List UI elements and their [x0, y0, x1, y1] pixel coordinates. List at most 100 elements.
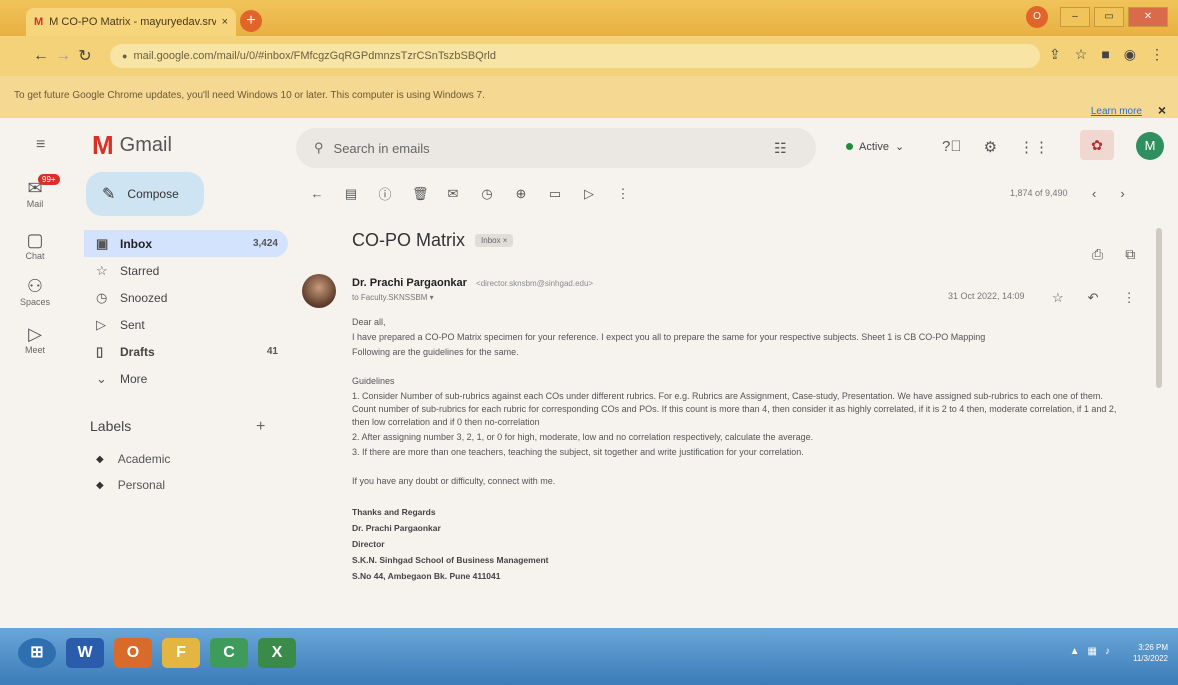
signature-line: S.No 44, Ambegaon Bk. Pune 411041	[352, 571, 501, 581]
network-icon[interactable]: ▦	[1088, 646, 1097, 657]
window-close-button[interactable]: ✕	[1128, 7, 1168, 27]
nav-label: Starred	[120, 263, 160, 278]
nav-item-starred[interactable]: ☆ Starred	[84, 257, 288, 284]
compose-button[interactable]: ✎ Compose	[86, 172, 204, 216]
gmail-logo[interactable]: M Gmail	[92, 130, 172, 161]
thread-actions: ⎙ ⧉	[1092, 246, 1135, 263]
older-chevron-icon[interactable]: ›	[1120, 186, 1124, 201]
minimize-button[interactable]: –	[1060, 7, 1090, 27]
new-tab-button[interactable]: +	[240, 10, 262, 32]
search-input[interactable]: Search in emails	[334, 141, 430, 156]
main-menu-icon[interactable]: ≡	[36, 136, 45, 154]
url-field[interactable]: ● mail.google.com/mail/u/0/#inbox/FMfcgzG…	[110, 44, 1040, 68]
sender-name[interactable]: Dr. Prachi Pargaonkar	[352, 277, 467, 289]
label-personal[interactable]: ◆ Personal	[96, 478, 165, 492]
nav-item-drafts[interactable]: ▯ Drafts 41	[84, 338, 288, 365]
info-bar-close-icon[interactable]: ×	[1158, 102, 1166, 118]
label-icon[interactable]: ▷	[582, 186, 596, 202]
apps-grid-icon[interactable]: ⋮⋮	[1019, 138, 1049, 156]
settings-gear-icon[interactable]: ⚙	[984, 138, 997, 156]
snooze-icon[interactable]: ◷	[480, 186, 494, 202]
reload-icon[interactable]: ↻	[74, 46, 96, 66]
account-avatar[interactable]: M	[1136, 132, 1164, 160]
nav-item-sent[interactable]: ▷ Sent	[84, 311, 288, 338]
paragraph: I have prepared a CO-PO Matrix specimen …	[352, 332, 986, 342]
reply-icon[interactable]: ↶	[1088, 290, 1099, 306]
recipient-line[interactable]: to Faculty.SKNSSBM ▾	[352, 293, 434, 302]
browser-profile-avatar[interactable]: O	[1026, 6, 1048, 28]
url-text: mail.google.com/mail/u/0/#inbox/FMfcgzGq…	[133, 50, 496, 62]
nav-label: Snoozed	[120, 290, 168, 305]
maximize-button[interactable]: ▭	[1094, 7, 1124, 27]
gmail-app: ≡ ✉ Mail 99+ ▢ Chat ⚇ Spaces ▷ Meet M Gm…	[0, 118, 1178, 628]
organization-logo[interactable]: ✿	[1080, 130, 1114, 160]
taskbar-chrome[interactable]: C	[210, 638, 248, 668]
archive-icon[interactable]: ▤	[344, 186, 358, 202]
tab-title: M CO-PO Matrix - mayuryedav.srv	[49, 16, 216, 28]
add-label-icon[interactable]: +	[256, 418, 265, 436]
more-options-icon[interactable]: ⋮	[616, 186, 630, 202]
report-spam-icon[interactable]: ⓘ	[378, 184, 392, 203]
back-arrow-icon[interactable]: ←	[310, 186, 324, 201]
guideline-item: 2. After assigning number 3, 2, 1, or 0 …	[352, 432, 814, 442]
status-label: Active	[859, 140, 889, 153]
delete-icon[interactable]: 🗑	[412, 186, 429, 202]
taskbar-explorer[interactable]: F	[162, 638, 200, 668]
search-bar[interactable]: ⚲ Search in emails	[296, 128, 816, 168]
sender-email: <director.sknsbm@sinhgad.edu>	[476, 279, 594, 288]
clock[interactable]: 3:26 PM 11/3/2022	[1133, 642, 1168, 664]
tab-close-icon[interactable]: ×	[222, 16, 228, 28]
mark-unread-icon[interactable]: ✉	[446, 186, 460, 202]
move-to-icon[interactable]: ▭	[548, 186, 562, 202]
rail-label: Mail	[26, 199, 44, 209]
gmail-wordmark: Gmail	[119, 134, 172, 156]
learn-more-link[interactable]: Learn more	[1091, 106, 1142, 117]
closing-line: If you have any doubt or difficulty, con…	[352, 476, 556, 486]
sender-avatar[interactable]	[302, 274, 336, 308]
help-icon[interactable]: ?⃝	[942, 138, 962, 156]
signature: Thanks and Regards Dr. Prachi Pargaonkar…	[352, 504, 1124, 584]
tray-arrow-icon[interactable]: ▲	[1070, 646, 1080, 657]
print-icon[interactable]: ⎙	[1092, 246, 1103, 263]
scrollbar[interactable]	[1156, 228, 1162, 388]
back-arrow-icon[interactable]: ←	[30, 47, 52, 65]
nav-item-more[interactable]: ⌄ More	[84, 365, 288, 392]
browser-tab[interactable]: M M CO-PO Matrix - mayuryedav.srv ×	[26, 8, 236, 36]
open-new-window-icon[interactable]: ⧉	[1125, 246, 1135, 263]
taskbar-excel[interactable]: X	[258, 638, 296, 668]
nav-item-snoozed[interactable]: ◷ Snoozed	[84, 284, 288, 311]
status-dot	[846, 143, 853, 150]
taskbar-word[interactable]: W	[66, 638, 104, 668]
pager-text: 1,874 of 9,490	[1010, 188, 1068, 198]
add-task-icon[interactable]: ⊕	[514, 186, 528, 202]
bookmark-star-icon[interactable]: ☆	[1075, 46, 1088, 63]
profile-icon[interactable]: ◉	[1124, 46, 1136, 63]
rail-item-spaces[interactable]: ⚇ Spaces	[0, 276, 70, 307]
pager-arrows: ‹ ›	[1092, 186, 1125, 201]
newer-chevron-icon[interactable]: ‹	[1092, 186, 1096, 201]
signature-line: Thanks and Regards	[352, 507, 436, 517]
extension-icon[interactable]: ■	[1101, 46, 1109, 63]
label-tag-icon: ◆	[96, 453, 104, 465]
share-icon[interactable]: ⇪	[1049, 46, 1061, 63]
nav-item-inbox[interactable]: ▣ Inbox 3,424	[84, 230, 288, 257]
more-options-icon[interactable]: ⋮	[1123, 290, 1136, 306]
star-icon[interactable]: ☆	[1052, 290, 1064, 306]
chrome-menu-icon[interactable]: ⋮	[1150, 46, 1164, 63]
volume-icon[interactable]: ♪	[1105, 646, 1110, 657]
guidelines-heading: Guidelines	[352, 376, 395, 386]
rail-item-meet[interactable]: ▷ Meet	[0, 324, 70, 355]
search-options-icon[interactable]: ☷	[774, 140, 787, 157]
inbox-label-chip[interactable]: Inbox ×	[475, 234, 514, 247]
taskbar-opera[interactable]: O	[114, 638, 152, 668]
rail-item-mail[interactable]: ✉ Mail	[0, 178, 70, 209]
status-selector[interactable]: Active ⌄	[846, 140, 904, 153]
label-academic[interactable]: ◆ Academic	[96, 452, 170, 466]
forward-arrow-icon[interactable]: →	[52, 47, 74, 65]
start-button[interactable]: ⊞	[18, 638, 56, 668]
compose-label: Compose	[127, 187, 179, 201]
rail-item-chat[interactable]: ▢ Chat	[0, 230, 70, 261]
address-bar-actions: ⇪ ☆ ■ ◉ ⋮	[1049, 46, 1164, 63]
clock-date: 11/3/2022	[1133, 654, 1168, 663]
nav-count: 41	[266, 346, 278, 357]
